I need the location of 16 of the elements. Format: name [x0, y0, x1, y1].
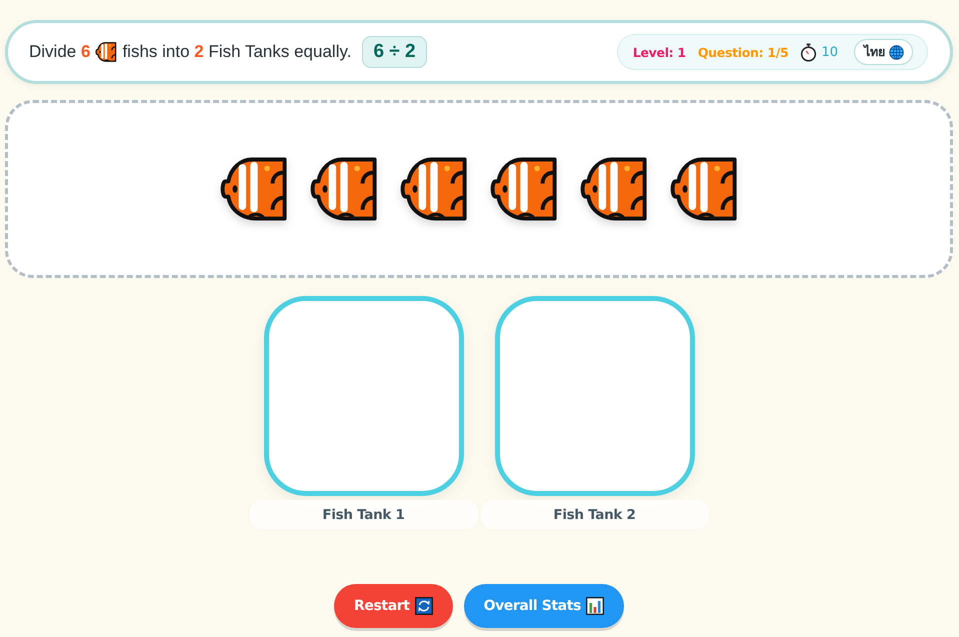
tank-label: Fish Tank 2 [480, 500, 708, 529]
stopwatch-icon [800, 42, 818, 62]
timer-value: 10 [821, 44, 838, 60]
restart-button[interactable]: Restart [334, 584, 453, 628]
level-label: Level: 1 [632, 44, 686, 60]
refresh-icon [414, 597, 433, 615]
question-counter: Question: 1/5 [698, 44, 788, 60]
overall-stats-button[interactable]: Overall Stats [464, 584, 624, 628]
language-button[interactable]: ไทย [854, 39, 913, 65]
bar-chart-icon [586, 597, 604, 615]
tank-label: Fish Tank 1 [250, 500, 478, 529]
question-text: fishs into 2 Fish Tanks equally. [122, 42, 352, 62]
division-expression: 6 ÷ 2 [362, 36, 427, 68]
question-text: Divide 6 [29, 42, 90, 62]
fish-icon [95, 41, 118, 63]
globe-icon [889, 44, 904, 60]
